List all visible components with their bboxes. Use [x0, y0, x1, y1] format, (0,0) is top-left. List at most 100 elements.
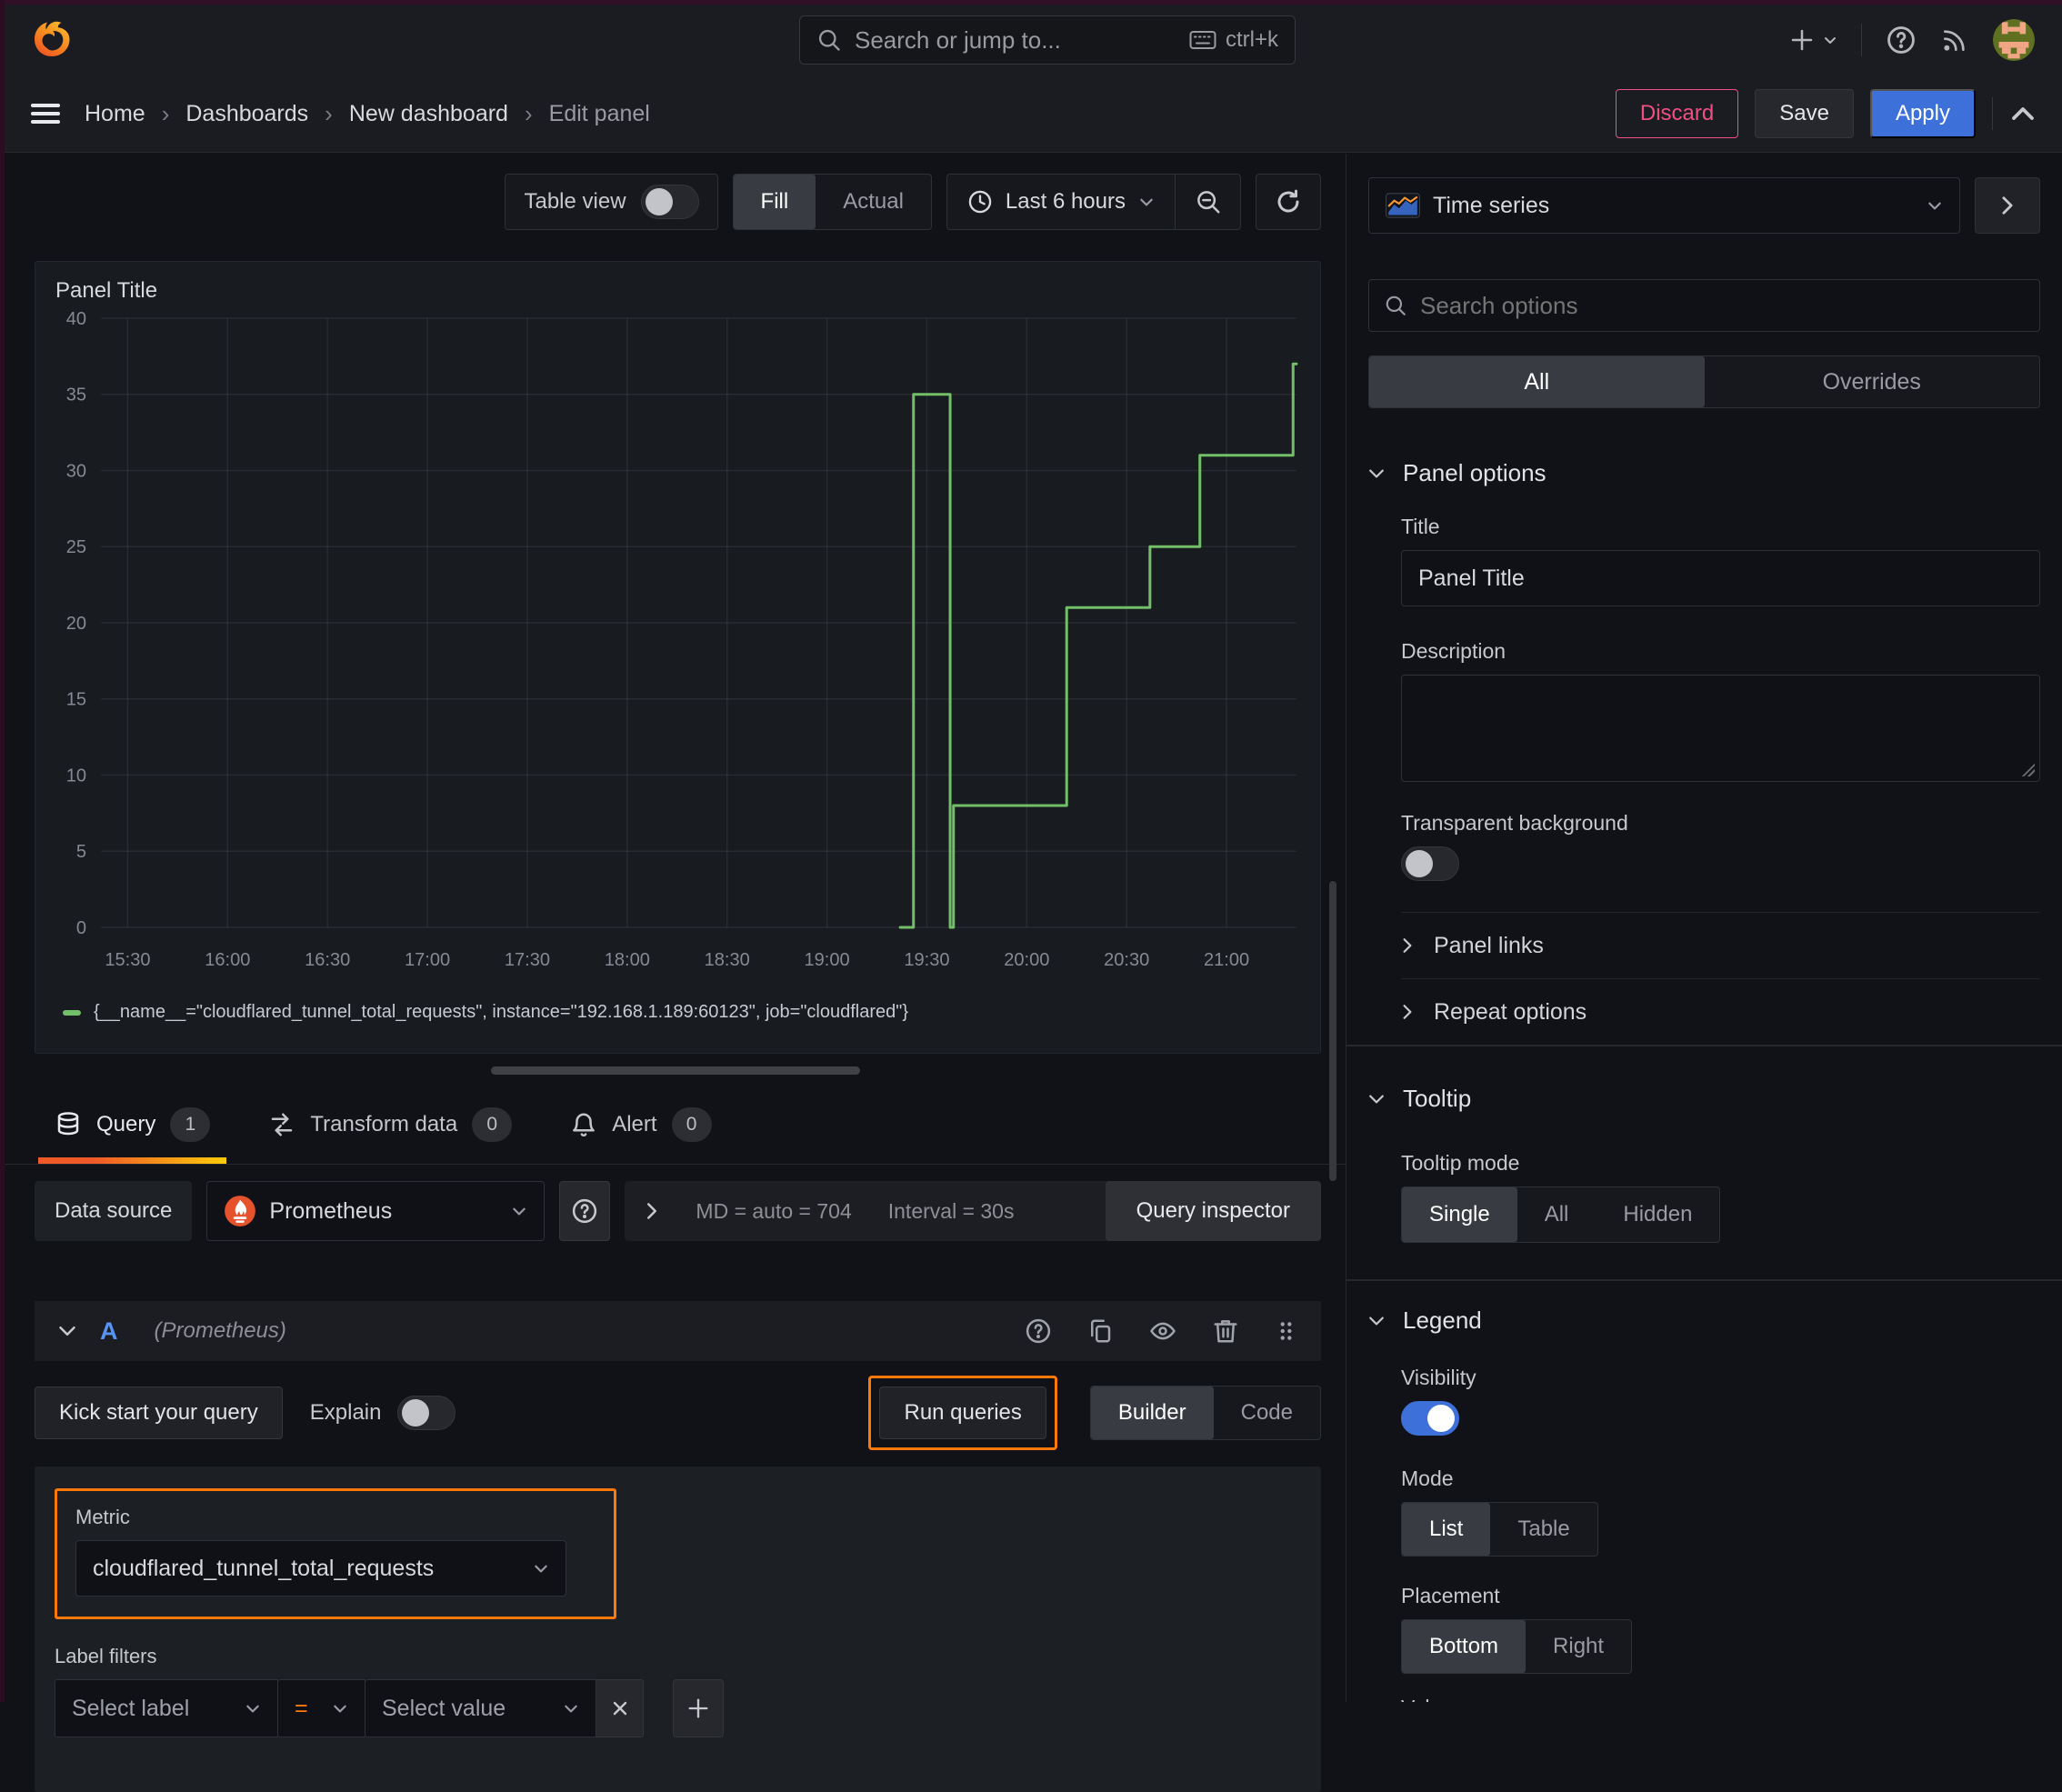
window-edge-top: [0, 0, 2062, 5]
tab-query[interactable]: Query 1: [37, 1098, 227, 1164]
tooltip-mode-segmented: Single All Hidden: [1401, 1186, 1721, 1243]
svg-text:18:30: 18:30: [705, 950, 750, 970]
textarea-resize-grip[interactable]: [2020, 762, 2035, 776]
add-new-button[interactable]: [1788, 26, 1837, 54]
panel-edit-left-pane: Table view Fill Actual Last 6 hours Pane…: [5, 154, 1346, 1792]
save-button[interactable]: Save: [1755, 89, 1854, 138]
panel-title-input[interactable]: [1401, 550, 2040, 606]
max-datapoints-text: MD = auto = 704: [696, 1198, 852, 1223]
chevron-right-icon: [1401, 1004, 1414, 1020]
delete-query-trash-icon[interactable]: [1212, 1317, 1239, 1345]
tooltip-section-header[interactable]: Tooltip: [1368, 1085, 2040, 1113]
select-label-dropdown[interactable]: Select label: [55, 1679, 278, 1737]
repeat-options-section[interactable]: Repeat options: [1401, 979, 2040, 1045]
datasource-label: Data source: [35, 1181, 193, 1241]
timeseries-chart[interactable]: 0 5 10 15 20 25 30 35 40 15:30 16:00 16:30 17:00 17:3…: [50, 309, 1306, 993]
select-label-placeholder: Select label: [72, 1695, 190, 1721]
options-search-input[interactable]: [1420, 291, 2025, 320]
query-help-icon[interactable]: [1025, 1317, 1052, 1345]
news-rss-button[interactable]: [1940, 25, 1969, 55]
code-option[interactable]: Code: [1214, 1387, 1320, 1439]
tooltip-mode-hidden[interactable]: Hidden: [1596, 1187, 1719, 1242]
refresh-button[interactable]: [1256, 174, 1321, 230]
add-filter-button[interactable]: [673, 1679, 724, 1737]
tab-alert-label: Alert: [612, 1112, 657, 1136]
svg-text:20:30: 20:30: [1104, 950, 1149, 970]
search-shortcut: ctrl+k: [1225, 27, 1278, 52]
query-inspector-button[interactable]: Query inspector: [1105, 1181, 1321, 1241]
all-overrides-segmented: All Overrides: [1368, 355, 2040, 408]
drag-handle-icon[interactable]: [1274, 1317, 1297, 1345]
table-view-control: Table view: [505, 174, 718, 230]
panel-description-textarea[interactable]: [1401, 675, 2040, 782]
tooltip-mode-single[interactable]: Single: [1402, 1187, 1517, 1242]
tab-all-options[interactable]: All: [1369, 356, 1705, 407]
tooltip-mode-all[interactable]: All: [1517, 1187, 1597, 1242]
legend-visibility-toggle[interactable]: [1401, 1401, 1459, 1436]
label-filters-label: Label filters: [55, 1645, 157, 1667]
transparent-background-toggle[interactable]: [1401, 846, 1459, 881]
run-queries-button[interactable]: Run queries: [879, 1387, 1046, 1439]
explain-toggle[interactable]: [397, 1396, 456, 1430]
legend-placement-right[interactable]: Right: [1526, 1620, 1631, 1673]
chevron-down-icon[interactable]: [58, 1324, 76, 1338]
visualization-type: Time series: [1433, 192, 1550, 218]
kick-start-query-button[interactable]: Kick start your query: [35, 1387, 283, 1439]
breadcrumb-dashboards[interactable]: Dashboards: [185, 101, 308, 127]
pane-resize-handle[interactable]: [490, 1066, 860, 1075]
breadcrumb-home[interactable]: Home: [85, 101, 145, 127]
timeseries-panel[interactable]: Panel Title 0 5 10 15 20 25 30 35 40 15:30 16:00 16…: [35, 261, 1321, 1054]
visualization-picker[interactable]: Time series: [1368, 177, 1960, 234]
chevron-down-icon: [533, 1560, 549, 1577]
table-view-toggle[interactable]: [640, 185, 699, 219]
svg-text:17:30: 17:30: [505, 950, 550, 970]
datasource-select[interactable]: Prometheus: [206, 1181, 546, 1241]
chevron-right-icon: [645, 1202, 659, 1220]
remove-filter-button[interactable]: [596, 1679, 644, 1737]
apply-button[interactable]: Apply: [1869, 89, 1976, 138]
legend-visibility-label: Visibility: [1401, 1366, 1476, 1389]
keyboard-icon: [1189, 30, 1216, 50]
panel-links-section[interactable]: Panel links: [1401, 913, 2040, 978]
legend-placement-segmented: Bottom Right: [1401, 1619, 1633, 1674]
operator-dropdown[interactable]: =: [278, 1679, 365, 1737]
vertical-scrollbar-thumb[interactable]: [1329, 881, 1336, 1181]
toggle-visibility-eye-icon[interactable]: [1148, 1317, 1177, 1345]
legend-series-swatch[interactable]: [63, 1009, 81, 1016]
svg-text:40: 40: [66, 309, 86, 329]
legend-series-label[interactable]: {__name__="cloudflared_tunnel_total_requ…: [94, 1002, 908, 1023]
zoom-out-time-button[interactable]: [1175, 175, 1240, 229]
global-search-input[interactable]: Search or jump to... ctrl+k: [799, 15, 1296, 65]
legend-section-header[interactable]: Legend: [1368, 1306, 2040, 1335]
discard-button[interactable]: Discard: [1615, 89, 1739, 138]
chevron-down-icon: [563, 1700, 579, 1717]
search-icon: [816, 27, 842, 53]
grafana-logo[interactable]: [30, 15, 74, 65]
help-button[interactable]: [1886, 25, 1917, 55]
time-range-button[interactable]: Last 6 hours: [947, 189, 1175, 215]
duplicate-query-icon[interactable]: [1086, 1317, 1114, 1345]
options-search-box[interactable]: [1368, 279, 2040, 332]
breadcrumb-new-dashboard[interactable]: New dashboard: [349, 101, 508, 127]
tab-alert[interactable]: Alert 0: [570, 1098, 712, 1164]
divider: [1861, 24, 1862, 56]
clock-icon: [967, 189, 993, 215]
legend-mode-table[interactable]: Table: [1490, 1503, 1597, 1556]
user-avatar[interactable]: [1993, 19, 2035, 61]
collapse-header-chevron-up-icon[interactable]: [2009, 104, 2037, 124]
panel-options-header[interactable]: Panel options: [1368, 459, 2040, 487]
metric-select[interactable]: cloudflared_tunnel_total_requests: [75, 1540, 566, 1597]
legend-mode-list[interactable]: List: [1402, 1503, 1491, 1556]
actual-option[interactable]: Actual: [816, 175, 931, 229]
query-row-header[interactable]: A (Prometheus): [35, 1301, 1321, 1361]
interval-text: Interval = 30s: [887, 1198, 1015, 1223]
datasource-help-button[interactable]: [559, 1181, 611, 1241]
menu-hamburger-icon[interactable]: [30, 101, 61, 126]
open-viz-suggestions-button[interactable]: [1975, 177, 2040, 234]
select-value-dropdown[interactable]: Select value: [365, 1679, 596, 1737]
legend-placement-bottom[interactable]: Bottom: [1402, 1620, 1526, 1673]
tab-transform-data[interactable]: Transform data 0: [268, 1098, 513, 1164]
tab-overrides[interactable]: Overrides: [1705, 356, 2040, 407]
builder-option[interactable]: Builder: [1090, 1387, 1214, 1439]
fill-option[interactable]: Fill: [733, 175, 816, 229]
